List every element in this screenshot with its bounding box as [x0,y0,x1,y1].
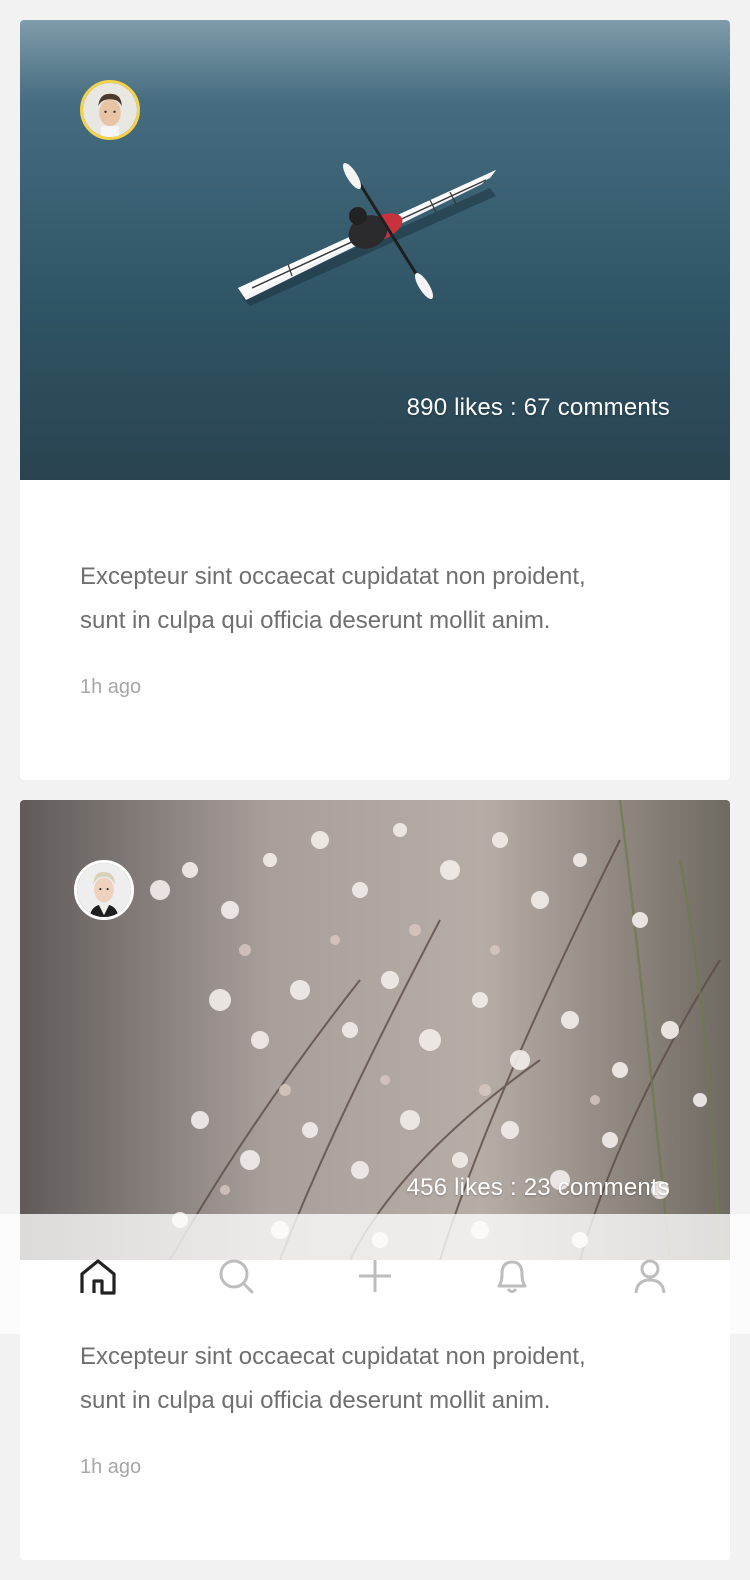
caption-line: Excepteur sint occaecat cupidatat non pr… [80,1343,586,1370]
author-avatar[interactable] [74,860,134,920]
author-avatar[interactable] [80,80,140,140]
feed: 890 likes : 67 comments Excepteur sint o… [0,0,750,1580]
tab-notifications[interactable] [490,1254,534,1298]
user-icon [634,1259,666,1294]
bell-icon [497,1260,527,1293]
tab-profile[interactable] [628,1254,672,1298]
home-icon [80,1259,116,1295]
avatar-man-blond-hair-icon [77,863,131,917]
tab-home[interactable] [76,1254,120,1298]
tab-add[interactable] [353,1254,397,1298]
post-stats[interactable]: 456 likes : 23 comments [407,1174,670,1202]
caption-line: sunt in culpa qui officia deserunt molli… [80,607,551,634]
post-photo-kayak[interactable]: 890 likes : 67 comments [20,20,730,480]
tab-search[interactable] [214,1254,258,1298]
caption-line: Excepteur sint occaecat cupidatat non pr… [80,563,586,590]
plus-icon [359,1260,391,1292]
post-timestamp: 1h ago [80,676,142,698]
post-timestamp: 1h ago [80,1456,142,1478]
bottom-tab-bar [0,1214,750,1334]
search-icon [219,1259,254,1294]
caption-line: sunt in culpa qui officia deserunt molli… [80,1387,551,1414]
post-caption: Excepteur sint occaecat cupidatat non pr… [80,1335,670,1423]
post-caption: Excepteur sint occaecat cupidatat non pr… [80,555,670,643]
post-stats[interactable]: 890 likes : 67 comments [407,394,670,422]
post-card[interactable]: 890 likes : 67 comments Excepteur sint o… [20,20,730,780]
avatar-man-dark-hair-icon [83,83,137,137]
post-card[interactable]: 456 likes : 23 comments Excepteur sint o… [20,800,730,1560]
post-photo-flowers[interactable]: 456 likes : 23 comments [20,800,730,1260]
